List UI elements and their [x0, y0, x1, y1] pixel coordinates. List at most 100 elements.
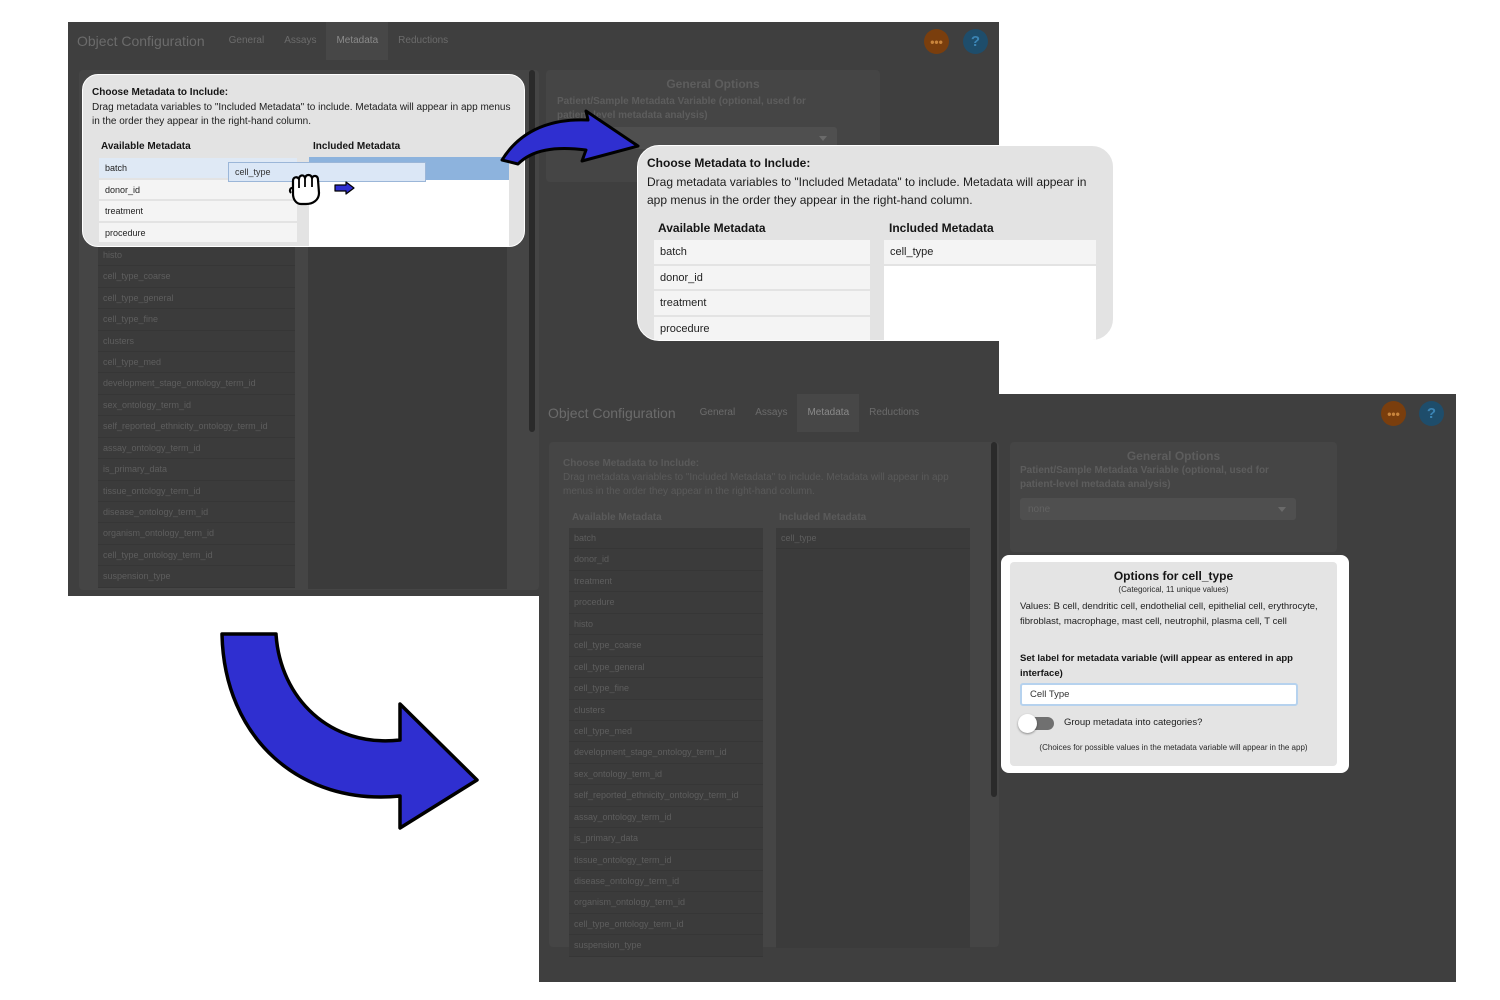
tab-metadata[interactable]: Metadata — [797, 394, 860, 432]
variable-options-popup: Options for cell_type (Categorical, 11 u… — [1001, 555, 1349, 773]
help-button[interactable]: ? — [1419, 401, 1444, 426]
list-item[interactable]: self_reported_ethnicity_ontology_term_id — [98, 416, 295, 438]
available-metadata-list[interactable]: batch donor_id treatment procedure — [654, 240, 870, 340]
group-categories-note: (Choices for possible values in the meta… — [1039, 743, 1308, 752]
list-item[interactable]: treatment — [654, 291, 870, 317]
top-nav: Object Configuration General Assays Meta… — [68, 22, 999, 60]
small-flow-arrow — [500, 109, 640, 166]
general-options-title: General Options — [666, 77, 760, 91]
chevron-down-icon — [819, 136, 827, 141]
list-item[interactable]: cell_type_coarse — [569, 635, 763, 657]
available-metadata-list[interactable]: batchdonor_idtreatmentprocedurehistocell… — [569, 528, 763, 957]
list-item[interactable]: development_stage_ontology_term_id — [98, 373, 295, 395]
list-item[interactable]: clusters — [98, 330, 295, 352]
list-item[interactable]: treatment — [99, 201, 297, 223]
list-item[interactable]: tissue_ontology_term_id — [569, 849, 763, 871]
list-item[interactable]: is_primary_data — [569, 828, 763, 850]
metadata-instructions: Drag metadata variables to "Included Met… — [563, 472, 949, 497]
metadata-panel-scrollbar[interactable] — [991, 442, 997, 797]
group-categories-toggle[interactable] — [1018, 714, 1054, 733]
general-options-title: General Options — [1126, 449, 1221, 463]
available-metadata-header: Available Metadata — [658, 221, 766, 235]
tab-general[interactable]: General — [690, 394, 746, 432]
list-item[interactable]: is_primary_data — [98, 459, 295, 481]
list-item[interactable]: assay_ontology_term_id — [569, 806, 763, 829]
list-item[interactable]: procedure — [654, 316, 870, 340]
included-metadata-header: Included Metadata — [313, 141, 401, 152]
list-item[interactable]: cell_type_general — [98, 287, 295, 310]
included-metadata-header: Included Metadata — [889, 221, 994, 235]
top-nav: Object Configuration General Assays Meta… — [539, 394, 1456, 432]
list-item[interactable]: cell_type_general — [569, 656, 763, 679]
list-item[interactable]: sex_ontology_term_id — [98, 394, 295, 417]
tab-assays[interactable]: Assays — [745, 394, 797, 432]
list-item[interactable]: cell_type_fine — [98, 309, 295, 331]
list-item[interactable]: histo — [98, 244, 295, 267]
list-item[interactable]: donor_id — [569, 549, 763, 571]
chevron-down-icon — [1278, 507, 1286, 512]
list-item[interactable]: cell_type_ontology_term_id — [569, 913, 763, 936]
tab-reductions[interactable]: Reductions — [859, 394, 929, 432]
label-prompt: Set label for metadata variable (will ap… — [1020, 653, 1293, 679]
list-item[interactable]: assay_ontology_term_id — [98, 437, 295, 460]
list-item[interactable]: treatment — [569, 570, 763, 593]
list-item[interactable]: development_stage_ontology_term_id — [569, 742, 763, 764]
app-title: Object Configuration — [77, 33, 205, 49]
tab-metadata[interactable]: Metadata — [326, 22, 389, 60]
variable-options-title: Options for cell_type — [1113, 569, 1234, 583]
more-options-button[interactable]: ••• — [1381, 401, 1406, 426]
list-item[interactable]: donor_id — [99, 179, 297, 201]
list-item[interactable]: organism_ontology_term_id — [98, 523, 295, 545]
patient-variable-value: none — [1028, 503, 1051, 515]
list-item[interactable]: disease_ontology_term_id — [98, 502, 295, 524]
list-item[interactable]: procedure — [569, 592, 763, 614]
tab-assays[interactable]: Assays — [274, 22, 326, 60]
callout-drag: Choose Metadata to Include: Drag metadat… — [82, 74, 525, 247]
variable-options-panel: Options for cell_type (Categorical, 11 u… — [1010, 562, 1337, 766]
list-item[interactable]: sex_ontology_term_id — [569, 763, 763, 786]
large-flow-arrow — [220, 632, 479, 830]
patient-variable-label: Patient/Sample Metadata Variable (option… — [1020, 465, 1269, 490]
list-item[interactable]: tissue_ontology_term_id — [98, 480, 295, 502]
more-options-button[interactable]: ••• — [924, 29, 949, 54]
included-metadata-list[interactable]: cell_type — [776, 528, 970, 948]
variable-options-subtitle: (Categorical, 11 unique values) — [1118, 585, 1229, 594]
list-item[interactable]: self_reported_ethnicity_ontology_term_id — [569, 785, 763, 807]
patient-variable-select[interactable]: none — [1020, 498, 1296, 520]
list-item[interactable]: procedure — [99, 222, 297, 244]
available-metadata-header: Available Metadata — [572, 512, 662, 523]
list-item[interactable]: donor_id — [654, 265, 870, 291]
list-item[interactable]: disease_ontology_term_id — [569, 871, 763, 893]
metadata-instructions: Drag metadata variables to "Included Met… — [647, 175, 1087, 207]
list-item[interactable]: cell_type_med — [98, 351, 295, 374]
list-item[interactable]: cell_type_fine — [569, 678, 763, 700]
included-metadata-header: Included Metadata — [779, 512, 867, 523]
group-categories-label: Group metadata into categories? — [1064, 717, 1203, 728]
variable-values-text: Values: B cell, dendritic cell, endothel… — [1020, 601, 1318, 627]
included-item[interactable]: cell_type — [884, 240, 1096, 266]
list-item[interactable]: suspension_type — [98, 566, 295, 588]
list-item[interactable]: clusters — [569, 699, 763, 721]
metadata-panel: Choose Metadata to Include: Drag metadat… — [549, 442, 999, 957]
metadata-instructions: Drag metadata variables to "Included Met… — [92, 102, 511, 127]
included-item[interactable]: cell_type — [776, 528, 970, 550]
list-item[interactable]: suspension_type — [569, 935, 763, 957]
list-item[interactable]: organism_ontology_term_id — [569, 892, 763, 914]
included-metadata-list[interactable]: cell_type — [884, 240, 1096, 340]
tab-reductions[interactable]: Reductions — [388, 22, 458, 60]
list-item[interactable]: cell_type_med — [569, 720, 763, 743]
toggle-knob — [1018, 714, 1037, 733]
list-item[interactable]: cell_type_coarse — [98, 266, 295, 288]
list-item[interactable]: histo — [569, 613, 763, 636]
label-input[interactable]: Cell Type — [1020, 683, 1298, 706]
metadata-heading: Choose Metadata to Include: — [563, 458, 700, 469]
general-options-panel: General Options Patient/Sample Metadata … — [1010, 442, 1337, 552]
list-item[interactable]: cell_type_ontology_term_id — [98, 544, 295, 567]
tab-general[interactable]: General — [219, 22, 275, 60]
list-item[interactable]: batch — [569, 528, 763, 550]
metadata-heading: Choose Metadata to Include: — [647, 156, 811, 170]
help-button[interactable]: ? — [963, 29, 988, 54]
list-item[interactable]: batch — [654, 240, 870, 266]
available-metadata-header: Available Metadata — [101, 141, 191, 152]
right-arrow-icon — [334, 181, 355, 195]
